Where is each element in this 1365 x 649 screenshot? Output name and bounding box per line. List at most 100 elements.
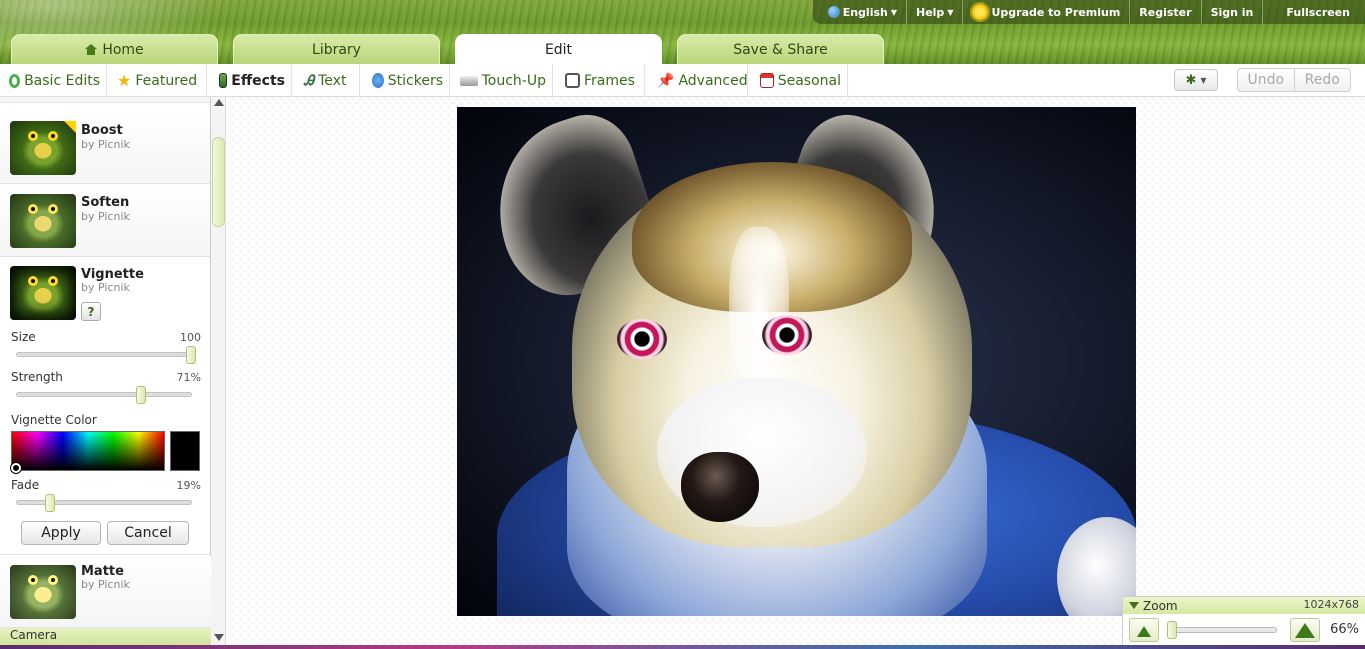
scroll-down-arrow-icon[interactable]: [214, 634, 224, 641]
tab-library[interactable]: Library: [233, 34, 440, 64]
effect-author: by Picnik: [81, 281, 130, 294]
zoom-slider[interactable]: [1167, 621, 1277, 639]
upgrade-label: Upgrade to Premium: [991, 5, 1121, 19]
tool-featured[interactable]: ★ Featured: [111, 64, 207, 97]
undo-button[interactable]: Undo: [1238, 69, 1295, 91]
effect-boost[interactable]: Boost by Picnik: [0, 113, 210, 184]
header: English ▼ Help ▼ Upgrade to Premium Regi…: [0, 0, 1365, 64]
tool-advanced[interactable]: 📌 Advanced: [651, 64, 748, 97]
tool-label: Frames: [584, 72, 635, 89]
effect-author: by Picnik: [81, 210, 130, 223]
cancel-button[interactable]: Cancel: [107, 521, 189, 545]
tool-label: Text: [318, 72, 347, 89]
sidebar-scrollbar[interactable]: [211, 97, 226, 645]
fade-slider-thumb[interactable]: [45, 494, 56, 512]
effect-name: Boost: [81, 123, 123, 138]
tool-label: Touch-Up: [481, 72, 546, 89]
fade-label: Fade: [11, 478, 40, 492]
vignette-color-label: Vignette Color: [11, 413, 97, 427]
zoom-out-button[interactable]: [1129, 618, 1159, 642]
zoom-panel: Zoom 1024x768 66%: [1122, 596, 1365, 646]
edited-photo[interactable]: [457, 107, 1136, 616]
edit-toolbar: Basic Edits ★ Featured Effects Ꭿ Text St…: [0, 64, 1365, 97]
chevron-down-icon: ▼: [947, 7, 954, 17]
sun-icon: [972, 4, 989, 20]
apply-button[interactable]: Apply: [21, 521, 101, 545]
scrollbar-thumb[interactable]: [212, 137, 225, 227]
fullscreen-link[interactable]: Fullscreen: [1277, 0, 1359, 24]
recycle-arrows-icon: [9, 73, 21, 88]
tab-edit[interactable]: Edit: [455, 34, 662, 64]
tab-home-label: Home: [102, 41, 144, 58]
size-label: Size: [11, 330, 36, 344]
effect-matte[interactable]: Matte by Picnik: [0, 556, 211, 628]
tool-stickers[interactable]: Stickers: [366, 64, 450, 97]
tool-label: Basic Edits: [24, 72, 100, 89]
strength-value: 71%: [176, 371, 201, 384]
premium-badge-icon: [64, 121, 76, 133]
tab-home[interactable]: Home: [11, 34, 218, 64]
tool-text[interactable]: Ꭿ Text: [298, 64, 360, 97]
tool-effects[interactable]: Effects: [213, 64, 292, 97]
undo-redo-group: Undo Redo: [1237, 68, 1351, 92]
pushpin-icon: 📌: [657, 72, 675, 89]
tool-basic-edits[interactable]: Basic Edits: [3, 64, 107, 97]
effect-thumbnail: [10, 266, 76, 320]
register-link[interactable]: Register: [1130, 0, 1202, 24]
size-slider[interactable]: [16, 346, 196, 364]
collapse-triangle-icon: [1129, 602, 1139, 609]
effect-thumbnail: [10, 194, 76, 248]
tool-frames[interactable]: Frames: [559, 64, 645, 97]
tool-label: Stickers: [387, 72, 443, 89]
zoom-slider-thumb[interactable]: [1167, 621, 1177, 639]
tab-save-share-label: Save & Share: [733, 41, 828, 58]
zoom-in-button[interactable]: [1290, 618, 1320, 642]
effect-author: by Picnik: [81, 578, 130, 591]
globe-icon: [827, 6, 840, 18]
redo-button[interactable]: Redo: [1295, 69, 1351, 91]
strength-slider-thumb[interactable]: [135, 386, 146, 404]
smiley-icon: [372, 73, 384, 88]
list-item-previous[interactable]: [0, 97, 210, 103]
help-button[interactable]: ?: [81, 302, 101, 321]
fade-slider[interactable]: [16, 494, 192, 512]
dog-blaze: [729, 227, 789, 387]
effect-soften[interactable]: Soften by Picnik: [0, 185, 210, 257]
language-menu[interactable]: English ▼: [819, 0, 907, 24]
mountain-small-icon: [1137, 626, 1151, 637]
chevron-down-icon: ▼: [1200, 75, 1207, 85]
scroll-up-arrow-icon[interactable]: [214, 99, 224, 106]
effects-film-icon: [219, 73, 228, 88]
tool-seasonal[interactable]: Seasonal: [754, 64, 848, 97]
size-slider-thumb[interactable]: [186, 346, 196, 364]
tool-label: Seasonal: [777, 72, 841, 89]
selected-color-swatch[interactable]: [170, 431, 200, 471]
tool-label: Effects: [231, 72, 285, 89]
tab-save-share[interactable]: Save & Share: [677, 34, 884, 64]
tool-touch-up[interactable]: Touch-Up: [454, 64, 553, 97]
tool-label: Advanced: [678, 72, 748, 89]
help-menu[interactable]: Help ▼: [907, 0, 964, 24]
effect-name: Vignette: [81, 267, 144, 282]
tab-library-label: Library: [312, 41, 361, 58]
settings-button[interactable]: ✱ ▼: [1174, 69, 1218, 91]
help-label: Help: [916, 5, 945, 19]
effect-name: Soften: [81, 195, 130, 210]
size-value: 100: [180, 331, 201, 344]
category-camera[interactable]: Camera: [0, 628, 211, 645]
color-spectrum-picker[interactable]: [11, 431, 165, 471]
desktop-taskbar-edge: [0, 645, 1365, 649]
home-icon: [85, 44, 98, 55]
tool-label: Featured: [135, 72, 198, 89]
gear-icon: ✱: [1185, 72, 1197, 88]
color-picker-marker[interactable]: [11, 463, 21, 473]
upgrade-premium-link[interactable]: Upgrade to Premium: [963, 0, 1131, 24]
top-links: English ▼ Help ▼ Upgrade to Premium Regi…: [812, 0, 1365, 24]
effect-vignette: Vignette by Picnik: [0, 258, 210, 555]
strength-slider[interactable]: [16, 386, 192, 404]
sign-in-link[interactable]: Sign in: [1202, 0, 1264, 24]
strength-label: Strength: [11, 370, 63, 384]
mountain-large-icon: [1295, 623, 1315, 638]
image-dimensions: 1024x768: [1303, 598, 1360, 611]
calendar-icon: [760, 73, 774, 88]
